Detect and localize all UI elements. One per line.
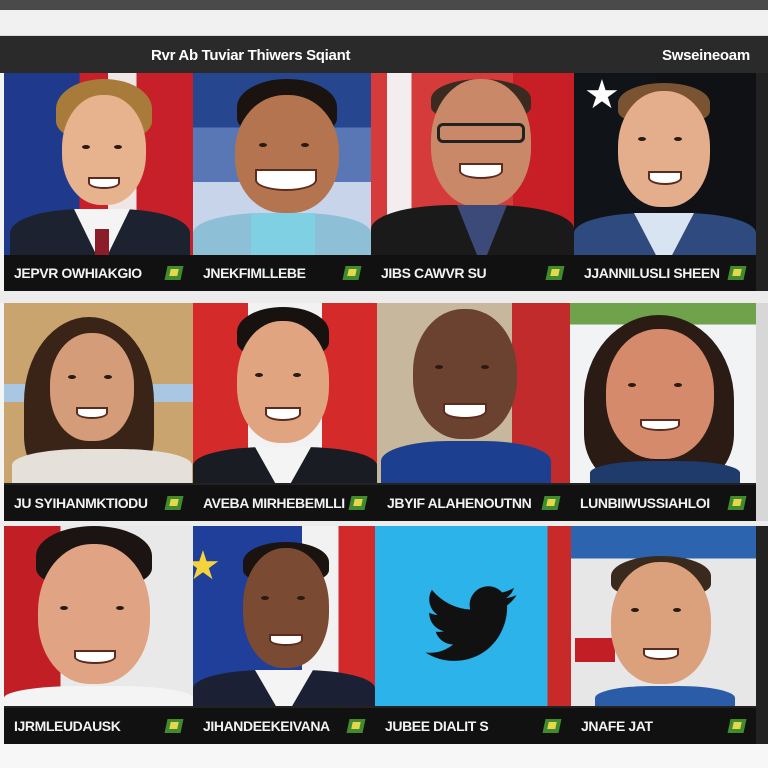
profile-caption: IJRMLEUDAUSK: [4, 708, 193, 744]
profile-photo: [4, 303, 193, 483]
profile-name: JNAFE JAT: [581, 718, 653, 734]
profile-caption: JNEKFIMLLEBE: [193, 255, 371, 291]
flag-badge-icon: [543, 718, 561, 734]
profile-card[interactable]: AVEBA MIRHEBEMLLI: [193, 303, 377, 521]
profile-name: JU SYIHANMKTIODU: [14, 495, 148, 511]
profile-card[interactable]: ★ JIHANDEEKEIVANA: [193, 526, 375, 744]
profile-card[interactable]: JNEKFIMLLEBE: [193, 73, 371, 291]
profile-name: JUBEE DIALIT S: [385, 718, 489, 734]
profile-photo: [4, 73, 193, 255]
profile-photo: [571, 526, 756, 706]
profile-name: JIHANDEEKEIVANA: [203, 718, 330, 734]
toolbar-strip: [0, 10, 768, 36]
bottom-strip: [0, 744, 768, 768]
flag-badge-icon: [347, 718, 365, 734]
flag-badge-icon: [542, 495, 560, 511]
profile-photo: [375, 526, 571, 706]
header-right-label[interactable]: Swseineoam: [662, 47, 750, 64]
profile-caption: JJANNILUSLI SHEEN: [574, 255, 756, 291]
profile-photo: [193, 303, 377, 483]
profile-photo: [570, 303, 756, 483]
profile-name: AVEBA MIRHEBEMLLI: [203, 495, 345, 511]
profile-caption: LUNBIIWUSSIAHLOI: [570, 485, 756, 521]
flag-star-icon: ★: [584, 73, 620, 117]
grid-row-1: JEPVR OWHIAKGIO JNEKFIMLLEBE JIBS CAWVR …: [0, 73, 768, 291]
profile-name: IJRMLEUDAUSK: [14, 718, 121, 734]
profile-card[interactable]: ★ JJANNILUSLI SHEEN: [574, 73, 756, 291]
profile-photo: [4, 526, 193, 706]
profile-photo: ★: [193, 526, 375, 706]
profile-caption: JIBS CAWVR SU: [371, 255, 574, 291]
profile-photo: [193, 73, 371, 255]
profile-card[interactable]: IJRMLEUDAUSK: [4, 526, 193, 744]
profile-photo: [377, 303, 570, 483]
row-separator: [0, 291, 768, 303]
grid-row-3: IJRMLEUDAUSK ★ JIHANDEEKEIVANA JUBEE DIA…: [0, 526, 768, 744]
profile-photo: [371, 73, 574, 255]
profile-card[interactable]: JBYIF ALAHENOUTNN: [377, 303, 570, 521]
profile-card[interactable]: JNAFE JAT: [571, 526, 756, 744]
profile-name: JNEKFIMLLEBE: [203, 265, 306, 281]
twitter-bird-icon: [425, 586, 517, 661]
flag-badge-icon: [343, 265, 361, 281]
flag-badge-icon: [728, 265, 746, 281]
flag-badge-icon: [546, 265, 564, 281]
page-header: Rvr Ab Tuviar Thiwers Sqiant Swseineoam: [0, 36, 768, 73]
profile-name: JIBS CAWVR SU: [381, 265, 487, 281]
profile-caption: JIHANDEEKEIVANA: [193, 708, 375, 744]
profile-card[interactable]: JU SYIHANMKTIODU: [4, 303, 193, 521]
flag-badge-icon: [728, 495, 746, 511]
card-edge: [756, 73, 768, 291]
flag-badge-icon: [728, 718, 746, 734]
flag-star-icon: ★: [193, 544, 221, 588]
profile-photo: ★: [574, 73, 756, 255]
profile-card[interactable]: JUBEE DIALIT S: [375, 526, 571, 744]
profile-caption: AVEBA MIRHEBEMLLI: [193, 485, 377, 521]
grid-row-2: JU SYIHANMKTIODU AVEBA MIRHEBEMLLI JBYIF…: [0, 303, 768, 521]
profile-caption: JU SYIHANMKTIODU: [4, 485, 193, 521]
profile-name: JEPVR OWHIAKGIO: [14, 265, 142, 281]
profile-caption: JUBEE DIALIT S: [375, 708, 571, 744]
page-title: Rvr Ab Tuviar Thiwers Sqiant: [151, 47, 351, 64]
profile-caption: JBYIF ALAHENOUTNN: [377, 485, 570, 521]
card-edge: [756, 526, 768, 744]
flag-badge-icon: [165, 495, 183, 511]
profile-caption: JNAFE JAT: [571, 708, 756, 744]
profile-card[interactable]: JEPVR OWHIAKGIO: [4, 73, 193, 291]
profile-name: JBYIF ALAHENOUTNN: [387, 495, 532, 511]
profile-card[interactable]: JIBS CAWVR SU: [371, 73, 574, 291]
flag-badge-icon: [165, 265, 183, 281]
flag-badge-icon: [349, 495, 367, 511]
flag-badge-icon: [165, 718, 183, 734]
window-top-bar: [0, 0, 768, 10]
profile-card[interactable]: LUNBIIWUSSIAHLOI: [570, 303, 756, 521]
card-edge: [756, 303, 768, 521]
profile-name: JJANNILUSLI SHEEN: [584, 265, 720, 281]
profile-name: LUNBIIWUSSIAHLOI: [580, 495, 710, 511]
app-window: Rvr Ab Tuviar Thiwers Sqiant Swseineoam …: [0, 0, 768, 768]
profile-caption: JEPVR OWHIAKGIO: [4, 255, 193, 291]
